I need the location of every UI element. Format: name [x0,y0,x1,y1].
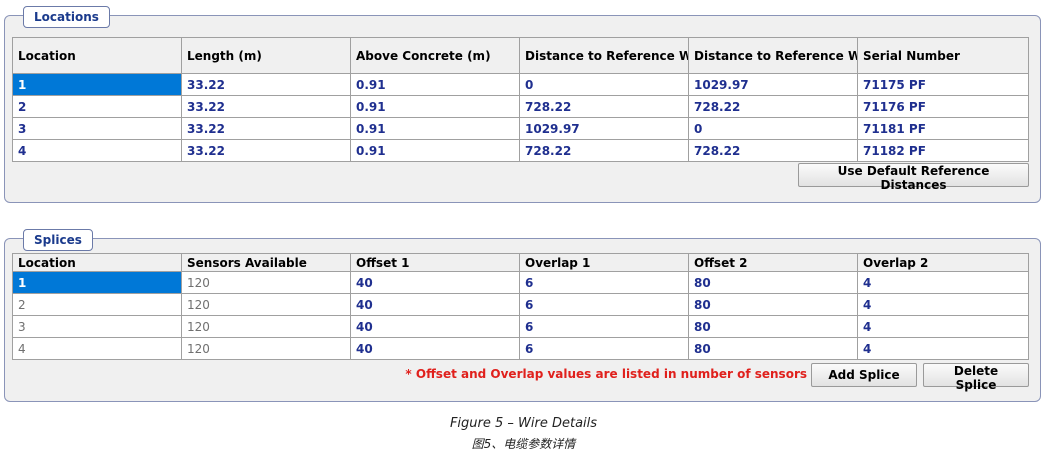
table-row[interactable]: 4 33.22 0.91 728.22 728.22 71182 PF [12,139,1029,162]
serial-number-cell[interactable]: 71176 PF [857,95,1029,118]
sensors-available-cell: 120 [181,337,351,360]
offset-1-cell[interactable]: 40 [350,293,520,316]
location-cell[interactable]: 2 [12,293,182,316]
splices-group-title: Splices [23,229,93,251]
overlap-1-cell[interactable]: 6 [519,337,689,360]
length-cell[interactable]: 33.22 [181,95,351,118]
delete-splice-button[interactable]: Delete Splice [923,363,1029,392]
above-concrete-cell[interactable]: 0.91 [350,117,520,140]
serial-number-cell[interactable]: 71181 PF [857,117,1029,140]
figure-caption-zh: 图5、电缆参数详情 [471,437,576,451]
location-cell[interactable]: 3 [12,117,182,140]
overlap-2-cell[interactable]: 4 [857,271,1029,294]
above-concrete-cell[interactable]: 0.91 [350,139,520,162]
splices-col-offset-1[interactable]: Offset 1 [350,253,520,272]
offset-1-cell[interactable]: 40 [350,337,520,360]
dist-ref-wire-1-cell[interactable]: 0 [519,73,689,96]
above-concrete-cell[interactable]: 0.91 [350,95,520,118]
overlap-1-cell[interactable]: 6 [519,293,689,316]
overlap-2-cell[interactable]: 4 [857,315,1029,338]
length-cell[interactable]: 33.22 [181,117,351,140]
splices-col-sensors-available[interactable]: Sensors Available [181,253,351,272]
locations-col-dist-ref-wire-3[interactable]: Distance to Reference Wire 3 (mm) [688,37,858,74]
location-cell[interactable]: 1 [12,271,182,294]
overlap-2-cell[interactable]: 4 [857,293,1029,316]
sensors-available-cell: 120 [181,315,351,338]
dist-ref-wire-3-cell[interactable]: 0 [688,117,858,140]
dist-ref-wire-1-cell[interactable]: 728.22 [519,139,689,162]
add-splice-button[interactable]: Add Splice [811,363,917,387]
table-row[interactable]: 1 120 40 6 80 4 [12,271,1029,294]
locations-col-serial-number[interactable]: Serial Number [857,37,1029,74]
above-concrete-cell[interactable]: 0.91 [350,73,520,96]
length-cell[interactable]: 33.22 [181,73,351,96]
table-row[interactable]: 3 33.22 0.91 1029.97 0 71181 PF [12,117,1029,140]
table-row[interactable]: 3 120 40 6 80 4 [12,315,1029,338]
offset-1-cell[interactable]: 40 [350,271,520,294]
offset-2-cell[interactable]: 80 [688,315,858,338]
locations-col-above-concrete[interactable]: Above Concrete (m) [350,37,520,74]
table-row[interactable]: 2 33.22 0.91 728.22 728.22 71176 PF [12,95,1029,118]
splices-col-overlap-1[interactable]: Overlap 1 [519,253,689,272]
dist-ref-wire-3-cell[interactable]: 728.22 [688,95,858,118]
serial-number-cell[interactable]: 71175 PF [857,73,1029,96]
splices-table: Location Sensors Available Offset 1 Over… [12,253,1029,360]
offset-2-cell[interactable]: 80 [688,337,858,360]
table-row[interactable]: 2 120 40 6 80 4 [12,293,1029,316]
offset-overlap-note: * Offset and Overlap values are listed i… [405,367,807,381]
overlap-2-cell[interactable]: 4 [857,337,1029,360]
use-default-reference-distances-button[interactable]: Use Default Reference Distances [798,163,1029,192]
sensors-available-cell: 120 [181,293,351,316]
dist-ref-wire-3-cell[interactable]: 728.22 [688,139,858,162]
splices-col-offset-2[interactable]: Offset 2 [688,253,858,272]
locations-col-dist-ref-wire-1[interactable]: Distance to Reference Wire 1 (mm) [519,37,689,74]
serial-number-cell[interactable]: 71182 PF [857,139,1029,162]
overlap-1-cell[interactable]: 6 [519,315,689,338]
overlap-1-cell[interactable]: 6 [519,271,689,294]
locations-header-row: Location Length (m) Above Concrete (m) D… [12,37,1029,74]
table-row[interactable]: 1 33.22 0.91 0 1029.97 71175 PF [12,73,1029,96]
splices-group: Splices Location Sensors Available Offse… [4,229,1041,402]
location-cell[interactable]: 1 [12,73,182,96]
dist-ref-wire-3-cell[interactable]: 1029.97 [688,73,858,96]
locations-col-length[interactable]: Length (m) [181,37,351,74]
location-cell[interactable]: 4 [12,337,182,360]
splices-col-location[interactable]: Location [12,253,182,272]
offset-2-cell[interactable]: 80 [688,293,858,316]
length-cell[interactable]: 33.22 [181,139,351,162]
locations-group: Locations Location Length (m) Above Conc… [4,6,1041,203]
offset-2-cell[interactable]: 80 [688,271,858,294]
sensors-available-cell: 120 [181,271,351,294]
locations-col-location[interactable]: Location [12,37,182,74]
location-cell[interactable]: 2 [12,95,182,118]
dist-ref-wire-1-cell[interactable]: 1029.97 [519,117,689,140]
splices-header-row: Location Sensors Available Offset 1 Over… [12,253,1029,272]
splices-col-overlap-2[interactable]: Overlap 2 [857,253,1029,272]
locations-table: Location Length (m) Above Concrete (m) D… [12,37,1029,162]
table-row[interactable]: 4 120 40 6 80 4 [12,337,1029,360]
location-cell[interactable]: 3 [12,315,182,338]
figure-caption-en: Figure 5 – Wire Details [449,416,598,431]
location-cell[interactable]: 4 [12,139,182,162]
offset-1-cell[interactable]: 40 [350,315,520,338]
locations-group-title: Locations [23,6,110,28]
dist-ref-wire-1-cell[interactable]: 728.22 [519,95,689,118]
